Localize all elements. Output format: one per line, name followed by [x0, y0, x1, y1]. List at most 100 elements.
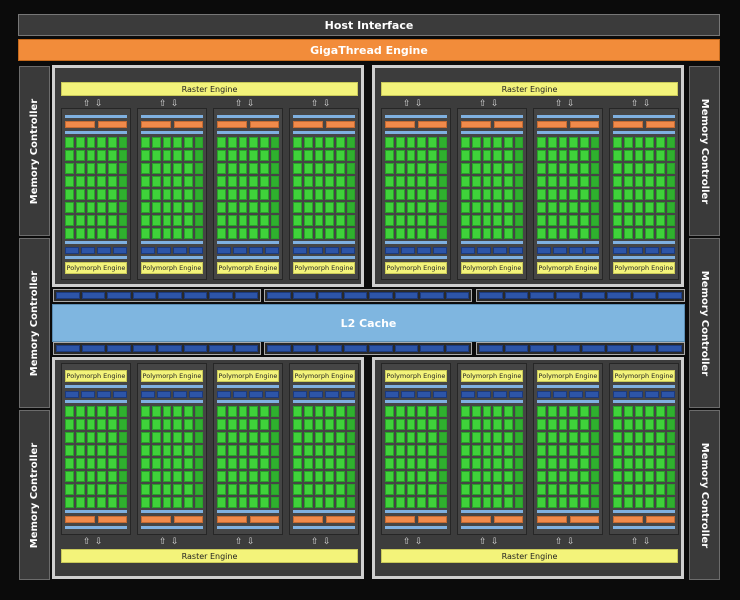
cuda-core [482, 215, 492, 226]
cuda-core [325, 176, 335, 187]
raster-engine: Raster Engine [381, 82, 678, 96]
cuda-core [471, 176, 481, 187]
cuda-core [184, 406, 193, 417]
cuda-core [86, 189, 96, 200]
cuda-core [97, 471, 107, 482]
cuda-core [260, 150, 269, 161]
sm-strip [141, 115, 203, 118]
cuda-core [108, 150, 117, 161]
cuda-core [428, 176, 437, 187]
cuda-core [471, 458, 481, 469]
cuda-core [439, 202, 447, 213]
cuda-core [439, 228, 447, 239]
cuda-core [461, 419, 470, 430]
l2-unit [504, 292, 529, 299]
cuda-core [217, 497, 226, 508]
cuda-core [428, 150, 437, 161]
cuda-core [667, 445, 675, 456]
cuda-core [151, 189, 161, 200]
cuda-core [461, 137, 470, 148]
cuda-core [173, 215, 183, 226]
cuda-core [428, 228, 437, 239]
cuda-core [75, 445, 85, 456]
cuda-core [537, 150, 546, 161]
load-store-unit [537, 391, 551, 398]
cuda-core [471, 137, 481, 148]
cuda-core [162, 497, 172, 508]
l2-unit [530, 292, 554, 299]
cuda-core [591, 228, 599, 239]
cuda-core-grid [141, 137, 203, 239]
cuda-core [141, 497, 150, 508]
cuda-core [634, 497, 644, 508]
cuda-core [406, 458, 416, 469]
cuda-core [667, 419, 675, 430]
polymorph-engine: Polymorph Engine [65, 370, 127, 382]
cuda-core [347, 419, 355, 430]
cuda-core [537, 419, 546, 430]
cuda-core [656, 458, 665, 469]
cuda-core [303, 176, 313, 187]
cuda-core [406, 484, 416, 495]
cuda-core [141, 484, 150, 495]
cuda-core [569, 202, 579, 213]
cuda-core [493, 445, 503, 456]
cuda-core [580, 202, 589, 213]
cuda-core [162, 419, 172, 430]
cuda-core [634, 202, 644, 213]
cuda-core [336, 432, 345, 443]
l2-unit [158, 345, 182, 352]
cuda-core [395, 497, 405, 508]
cuda-core [303, 458, 313, 469]
cuda-core [336, 150, 345, 161]
cuda-core [493, 228, 503, 239]
cuda-core [195, 202, 203, 213]
cuda-core [537, 445, 546, 456]
cuda-core [558, 202, 568, 213]
warp-scheduler-row [385, 516, 447, 523]
arrow-up-icon: ⇧ [555, 537, 563, 547]
l2-unit [555, 292, 580, 299]
load-store-unit [65, 391, 79, 398]
cuda-core [591, 497, 599, 508]
cuda-core [515, 497, 523, 508]
cuda-core [656, 419, 665, 430]
cuda-core [439, 419, 447, 430]
load-store-unit [157, 391, 171, 398]
cuda-core [471, 406, 481, 417]
cuda-core [395, 458, 405, 469]
l2-memory-row [53, 289, 261, 302]
scheduler-unit [613, 121, 643, 128]
cuda-core [482, 176, 492, 187]
cuda-core [461, 445, 470, 456]
load-store-unit [157, 247, 171, 254]
cuda-core [515, 484, 523, 495]
cuda-core [515, 432, 523, 443]
cuda-core [97, 406, 107, 417]
cuda-core [325, 189, 335, 200]
cuda-core [591, 484, 599, 495]
cuda-core [515, 406, 523, 417]
sm-strip [613, 510, 675, 513]
cuda-core [260, 176, 269, 187]
cuda-core [108, 189, 117, 200]
cuda-core [547, 484, 557, 495]
cuda-core [271, 432, 279, 443]
cuda-core [558, 406, 568, 417]
warp-scheduler-row [537, 516, 599, 523]
cuda-core [385, 471, 394, 482]
load-store-row [65, 247, 127, 254]
cuda-core [634, 458, 644, 469]
cuda-core [249, 189, 259, 200]
cuda-core [461, 163, 470, 174]
cuda-core [271, 445, 279, 456]
cuda-core [395, 228, 405, 239]
cuda-core [667, 406, 675, 417]
cuda-core [271, 228, 279, 239]
scheduler-unit [325, 121, 355, 128]
scheduler-unit [569, 516, 599, 523]
warp-scheduler-row [141, 516, 203, 523]
polymorph-engine: Polymorph Engine [141, 262, 203, 274]
cuda-core [65, 458, 74, 469]
cuda-core [385, 432, 394, 443]
